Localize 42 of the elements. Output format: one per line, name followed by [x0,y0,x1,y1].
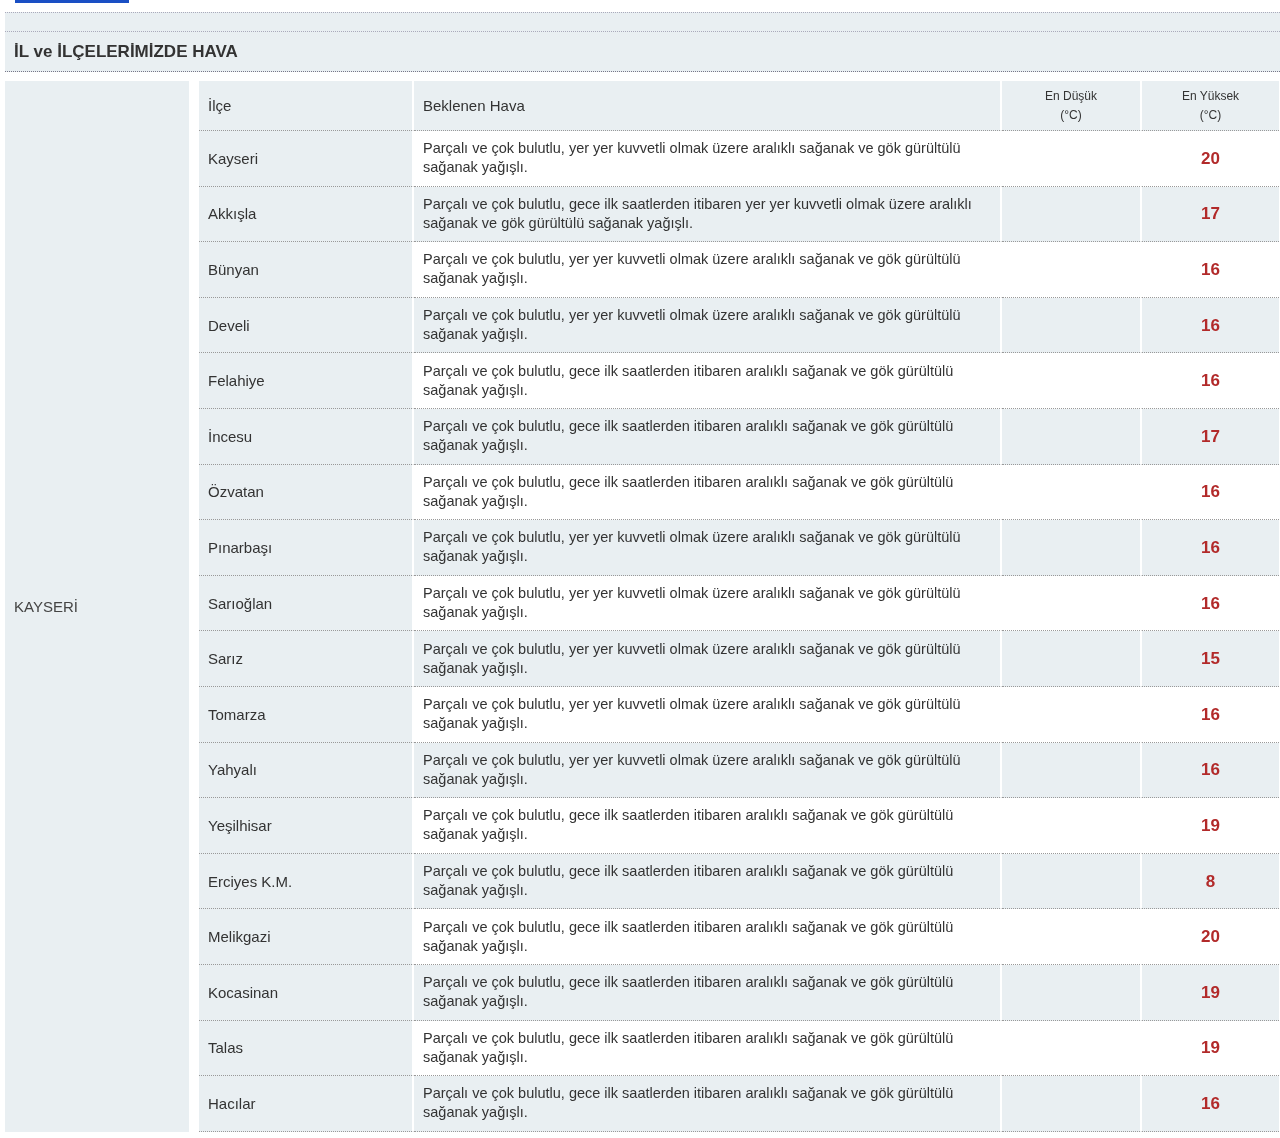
high-temp-cell: 19 [1142,964,1279,1021]
district-cell: Talas [199,1020,414,1077]
high-temp-cell: 17 [1142,408,1279,465]
forecast-cell: Parçalı ve çok bulutlu, yer yer kuvvetli olmak üzere aralıklı sağanak ve gök gürültülü sağanak yağışlı. [414,297,1002,354]
high-temp-cell: 16 [1142,520,1279,576]
column-header: Beklenen Hava [414,81,1002,131]
high-temp-cell: 8 [1142,853,1279,910]
district-cell: Yeşilhisar [199,798,414,854]
high-temp-cell: 17 [1142,186,1279,243]
forecast-cell: Parçalı ve çok bulutlu, gece ilk saatlerden itibaren aralıklı sağanak ve gök gürültülü sağanak yağışlı. [414,853,1002,910]
high-temp-cell: 16 [1142,297,1279,354]
district-cell: Felahiye [199,353,414,409]
district-cell: Develi [199,297,414,354]
forecast-cell: Parçalı ve çok bulutlu, gece ilk saatlerden itibaren yer yer kuvvetli olmak üzere aralıklı sağanak ve gök gürültülü sağanak yağışlı. [414,186,1002,243]
district-cell: Kocasinan [199,964,414,1021]
column-header: En Yüksek (°C) [1142,81,1279,131]
column-header: En Düşük (°C) [1002,81,1142,131]
district-cell: Erciyes K.M. [199,853,414,910]
forecast-cell: Parçalı ve çok bulutlu, yer yer kuvvetli olmak üzere aralıklı sağanak ve gök gürültülü sağanak yağışlı. [414,742,1002,799]
district-cell: Özvatan [199,464,414,521]
section-title: İL ve İLÇELERİMİZDE HAVA [5,31,1280,72]
district-cell: Yahyalı [199,742,414,799]
high-temp-cell: 16 [1142,1076,1279,1132]
forecast-cell: Parçalı ve çok bulutlu, yer yer kuvvetli olmak üzere aralıklı sağanak ve gök gürültülü sağanak yağışlı. [414,631,1002,687]
forecast-cell: Parçalı ve çok bulutlu, gece ilk saatlerden itibaren aralıklı sağanak ve gök gürültülü sağanak yağışlı. [414,964,1002,1021]
district-cell: Kayseri [199,131,414,187]
district-cell: İncesu [199,408,414,465]
district-cell: Pınarbaşı [199,520,414,576]
district-cell: Melikgazi [199,909,414,965]
column-header: İlçe [199,81,414,131]
district-cell: Sarız [199,631,414,687]
district-cell: Bünyan [199,242,414,298]
district-cell: Akkışla [199,186,414,243]
forecast-cell: Parçalı ve çok bulutlu, gece ilk saatlerden itibaren aralıklı sağanak ve gök gürültülü sağanak yağışlı. [414,408,1002,465]
district-cell: Sarıoğlan [199,575,414,632]
high-temp-cell: 15 [1142,631,1279,687]
district-cell: Tomarza [199,686,414,743]
district-cell: Hacılar [199,1076,414,1132]
forecast-cell: Parçalı ve çok bulutlu, gece ilk saatlerden itibaren aralıklı sağanak ve gök gürültülü sağanak yağışlı. [414,1076,1002,1132]
forecast-cell: Parçalı ve çok bulutlu, yer yer kuvvetli olmak üzere aralıklı sağanak ve gök gürültülü sağanak yağışlı. [414,520,1002,576]
high-temp-cell: 16 [1142,742,1279,799]
province-cell: KAYSERİ [5,81,189,1132]
